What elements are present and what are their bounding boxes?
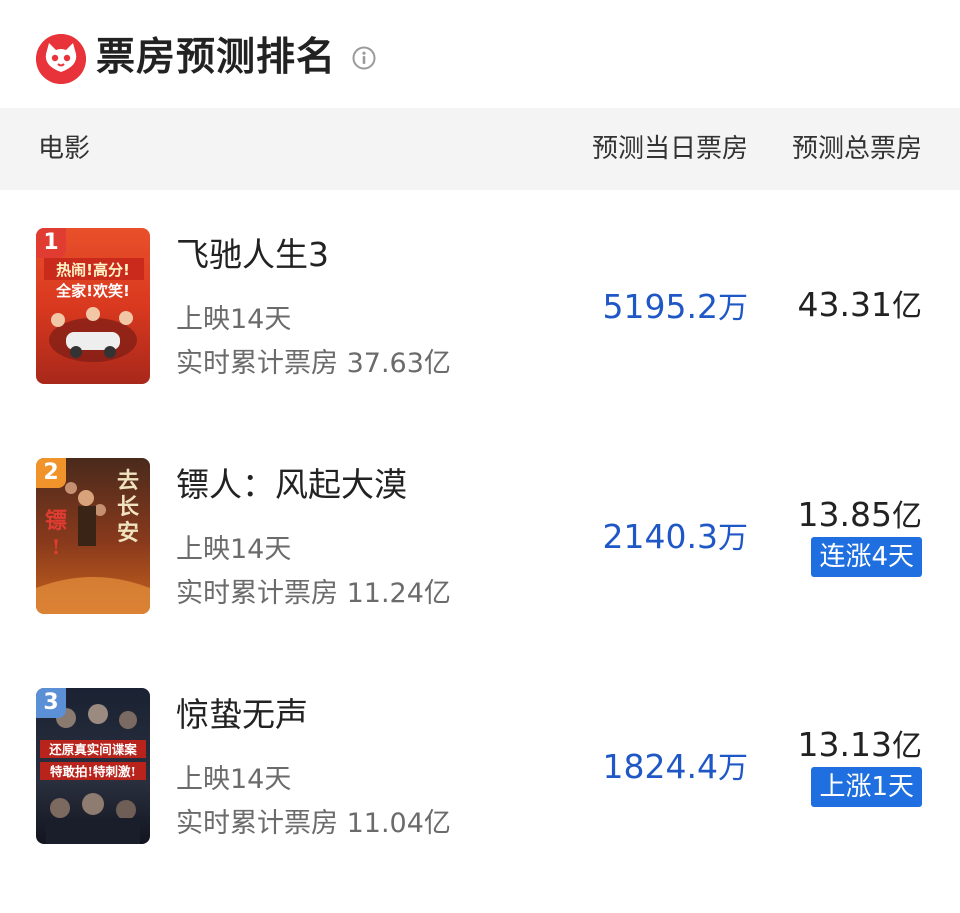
rank-badge: 1 [36,228,66,258]
svg-text:去: 去 [117,468,139,494]
svg-text:还原真实间谍案: 还原真实间谍案 [48,742,137,757]
total-forecast-number: 13.85 [797,495,892,534]
movie-title[interactable]: 镖人：风起大漠 [176,464,407,506]
day-forecast-number: 1824.4 [602,747,718,786]
info-icon[interactable] [352,46,376,70]
realtime-box-office: 实时累计票房 11.04亿 [176,808,451,839]
svg-text:长: 长 [117,494,140,520]
day-forecast-number: 2140.3 [602,517,718,556]
movie-poster[interactable]: 还原真实间谍案 特敢拍!特刺激! 3 [36,688,150,844]
rank-badge: 3 [36,688,66,718]
total-forecast-number: 43.31 [797,285,892,324]
total-forecast-unit: 亿 [892,289,922,324]
svg-text:!: ! [52,535,61,559]
day-forecast-value: 1824.4万 [603,746,748,790]
svg-text:特敢拍!特刺激!: 特敢拍!特刺激! [50,764,136,779]
page-header: 票房预测排名 [0,0,960,108]
svg-text:热闹!高分!: 热闹!高分! [56,261,130,279]
movie-row[interactable]: 热闹!高分! 全家!欢笑! 1 飞驰人生3 上映14天 实时累计票房 37.63… [0,228,960,388]
rank-badge: 2 [36,458,66,488]
day-forecast-value: 2140.3万 [603,516,748,560]
realtime-box-office: 实时累计票房 37.63亿 [176,348,451,379]
day-forecast-unit: 万 [718,521,748,556]
svg-text:镖: 镖 [45,508,67,534]
movie-title[interactable]: 飞驰人生3 [176,234,329,276]
movie-title[interactable]: 惊蛰无声 [176,694,308,736]
trend-badge: 连涨4天 [811,537,922,577]
movie-poster[interactable]: 热闹!高分! 全家!欢笑! 1 [36,228,150,384]
trend-badge: 上涨1天 [811,767,922,807]
total-forecast-unit: 亿 [892,499,922,534]
cat-logo-icon [36,34,86,84]
release-days: 上映14天 [176,764,292,795]
total-forecast-value: 13.85亿 [798,494,922,538]
day-forecast-number: 5195.2 [602,287,718,326]
day-forecast-unit: 万 [718,291,748,326]
total-forecast-value: 43.31亿 [798,284,922,328]
svg-text:全家!欢笑!: 全家!欢笑! [55,282,130,300]
total-forecast-number: 13.13 [797,725,892,764]
svg-text:安: 安 [117,520,139,546]
release-days: 上映14天 [176,304,292,335]
realtime-box-office: 实时累计票房 11.24亿 [176,578,451,609]
movie-row[interactable]: 去 长 安 镖 ! 2 镖人：风起大漠 上映14天 实时累计票房 11.24亿 … [0,458,960,618]
column-day-forecast[interactable]: 预测当日票房 [592,132,748,166]
total-forecast-unit: 亿 [892,729,922,764]
column-movie: 电影 [38,134,91,164]
day-forecast-unit: 万 [718,751,748,786]
column-header-bar: 电影 预测当日票房 预测总票房 [0,108,960,190]
movie-poster[interactable]: 去 长 安 镖 ! 2 [36,458,150,614]
day-forecast-value: 5195.2万 [603,286,748,330]
page-title: 票房预测排名 [96,35,337,80]
column-total-forecast[interactable]: 预测总票房 [792,132,922,166]
total-forecast-value: 13.13亿 [798,724,922,768]
movie-row[interactable]: 还原真实间谍案 特敢拍!特刺激! 3 惊蛰无声 上映14天 实时累计票房 11.… [0,688,960,848]
release-days: 上映14天 [176,534,292,565]
